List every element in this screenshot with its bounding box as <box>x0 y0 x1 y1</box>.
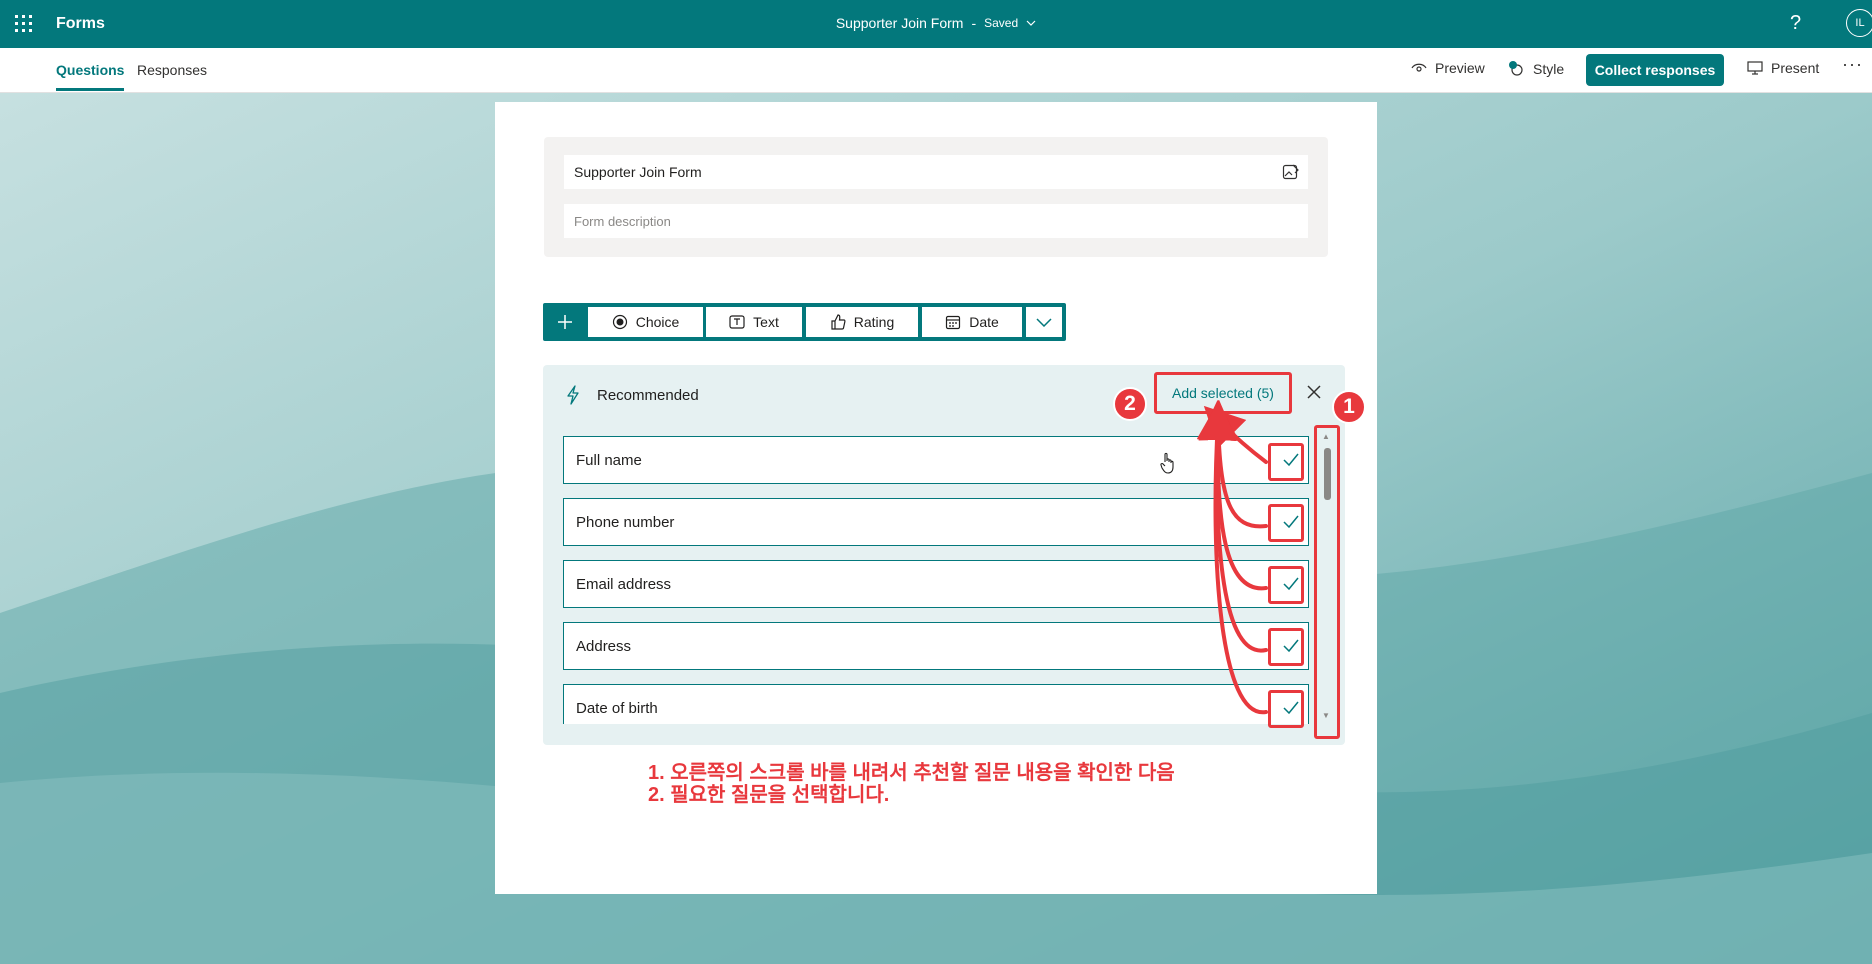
recommended-item-phone-number[interactable]: Phone number <box>563 498 1309 546</box>
title-separator: - <box>971 15 977 31</box>
avatar[interactable]: IL <box>1846 9 1872 37</box>
recommended-list: Full name Phone number Email address Add… <box>563 436 1311 724</box>
annotation-box-check-4 <box>1268 628 1304 666</box>
preview-button[interactable]: Preview <box>1411 60 1485 76</box>
annotation-box-check-3 <box>1268 566 1304 604</box>
form-title: Supporter Join Form <box>574 164 702 180</box>
monitor-icon <box>1747 61 1763 75</box>
date-label: Date <box>969 314 999 330</box>
insert-image-icon[interactable] <box>1282 163 1300 181</box>
calendar-icon <box>946 315 961 330</box>
doc-title-bar: Supporter Join Form - Saved <box>0 15 1872 31</box>
lightning-icon <box>567 385 579 405</box>
tab-questions[interactable]: Questions <box>56 62 125 91</box>
recommended-item-full-name[interactable]: Full name <box>563 436 1309 484</box>
more-question-types-button[interactable] <box>1026 307 1062 337</box>
annotation-line-2: 2. 필요한 질문을 선택합니다. <box>648 784 890 806</box>
choice-label: Choice <box>635 314 680 330</box>
top-bar: Forms Supporter Join Form - Saved ? IL <box>0 0 1872 48</box>
rating-label: Rating <box>853 314 895 330</box>
present-label: Present <box>1771 60 1820 76</box>
annotation-badge-2: 2 <box>1113 387 1147 421</box>
close-icon[interactable] <box>1306 384 1322 400</box>
present-button[interactable]: Present <box>1747 60 1819 76</box>
annotation-instructions: 1. 오른쪽의 스크롤 바를 내려서 추천할 질문 내용을 확인한 다음 2. … <box>648 762 1175 806</box>
question-type-toolbar: Choice Text Rating Date <box>543 303 1066 341</box>
list-item-label: Full name <box>576 451 642 469</box>
annotation-line-1: 1. 오른쪽의 스크롤 바를 내려서 추천할 질문 내용을 확인한 다음 <box>648 762 1175 784</box>
more-options-icon[interactable]: ··· <box>1842 54 1863 75</box>
recommended-item-date-of-birth[interactable]: Date of birth <box>563 684 1309 724</box>
chevron-down-icon <box>1036 318 1052 327</box>
palette-icon <box>1509 61 1523 76</box>
form-title-field[interactable]: Supporter Join Form <box>564 155 1308 189</box>
list-item-label: Phone number <box>576 513 675 531</box>
hand-cursor-icon <box>1160 452 1174 474</box>
form-description-field[interactable]: Form description <box>564 204 1308 238</box>
form-description-placeholder: Form description <box>574 213 671 229</box>
collect-responses-button[interactable]: Collect responses <box>1586 54 1724 86</box>
recommended-item-address[interactable]: Address <box>563 622 1309 670</box>
add-question-button[interactable] <box>543 303 586 341</box>
doc-title: Supporter Join Form <box>835 15 964 31</box>
list-item-label: Address <box>576 637 632 655</box>
tab-responses[interactable]: Responses <box>137 62 207 78</box>
eye-icon <box>1411 63 1427 72</box>
doc-title-button[interactable]: Supporter Join Form - Saved <box>836 15 1036 31</box>
annotation-badge-1: 1 <box>1332 390 1366 424</box>
chevron-down-icon <box>1026 20 1036 26</box>
annotation-box-check-5 <box>1268 690 1304 728</box>
text-icon <box>729 315 745 329</box>
thumbs-up-icon <box>831 314 846 330</box>
text-button[interactable]: Text <box>706 307 802 337</box>
annotation-box-add-selected <box>1154 372 1292 414</box>
list-item-label: Email address <box>576 575 672 593</box>
annotation-box-scrollbar <box>1314 425 1340 739</box>
style-label: Style <box>1533 61 1565 77</box>
preview-label: Preview <box>1435 60 1485 76</box>
rating-button[interactable]: Rating <box>806 307 918 337</box>
annotation-box-check-1 <box>1268 443 1304 481</box>
annotation-box-check-2 <box>1268 504 1304 542</box>
plus-icon <box>557 315 572 329</box>
date-button[interactable]: Date <box>922 307 1022 337</box>
list-item-label: Date of birth <box>576 699 658 717</box>
text-label: Text <box>753 314 779 330</box>
recommended-label: Recommended <box>597 387 699 404</box>
radio-icon <box>612 314 627 330</box>
help-icon[interactable]: ? <box>1790 12 1801 35</box>
save-status: Saved <box>984 16 1019 30</box>
choice-button[interactable]: Choice <box>588 307 703 337</box>
recommended-item-email-address[interactable]: Email address <box>563 560 1309 608</box>
style-button[interactable]: Style <box>1507 60 1564 78</box>
